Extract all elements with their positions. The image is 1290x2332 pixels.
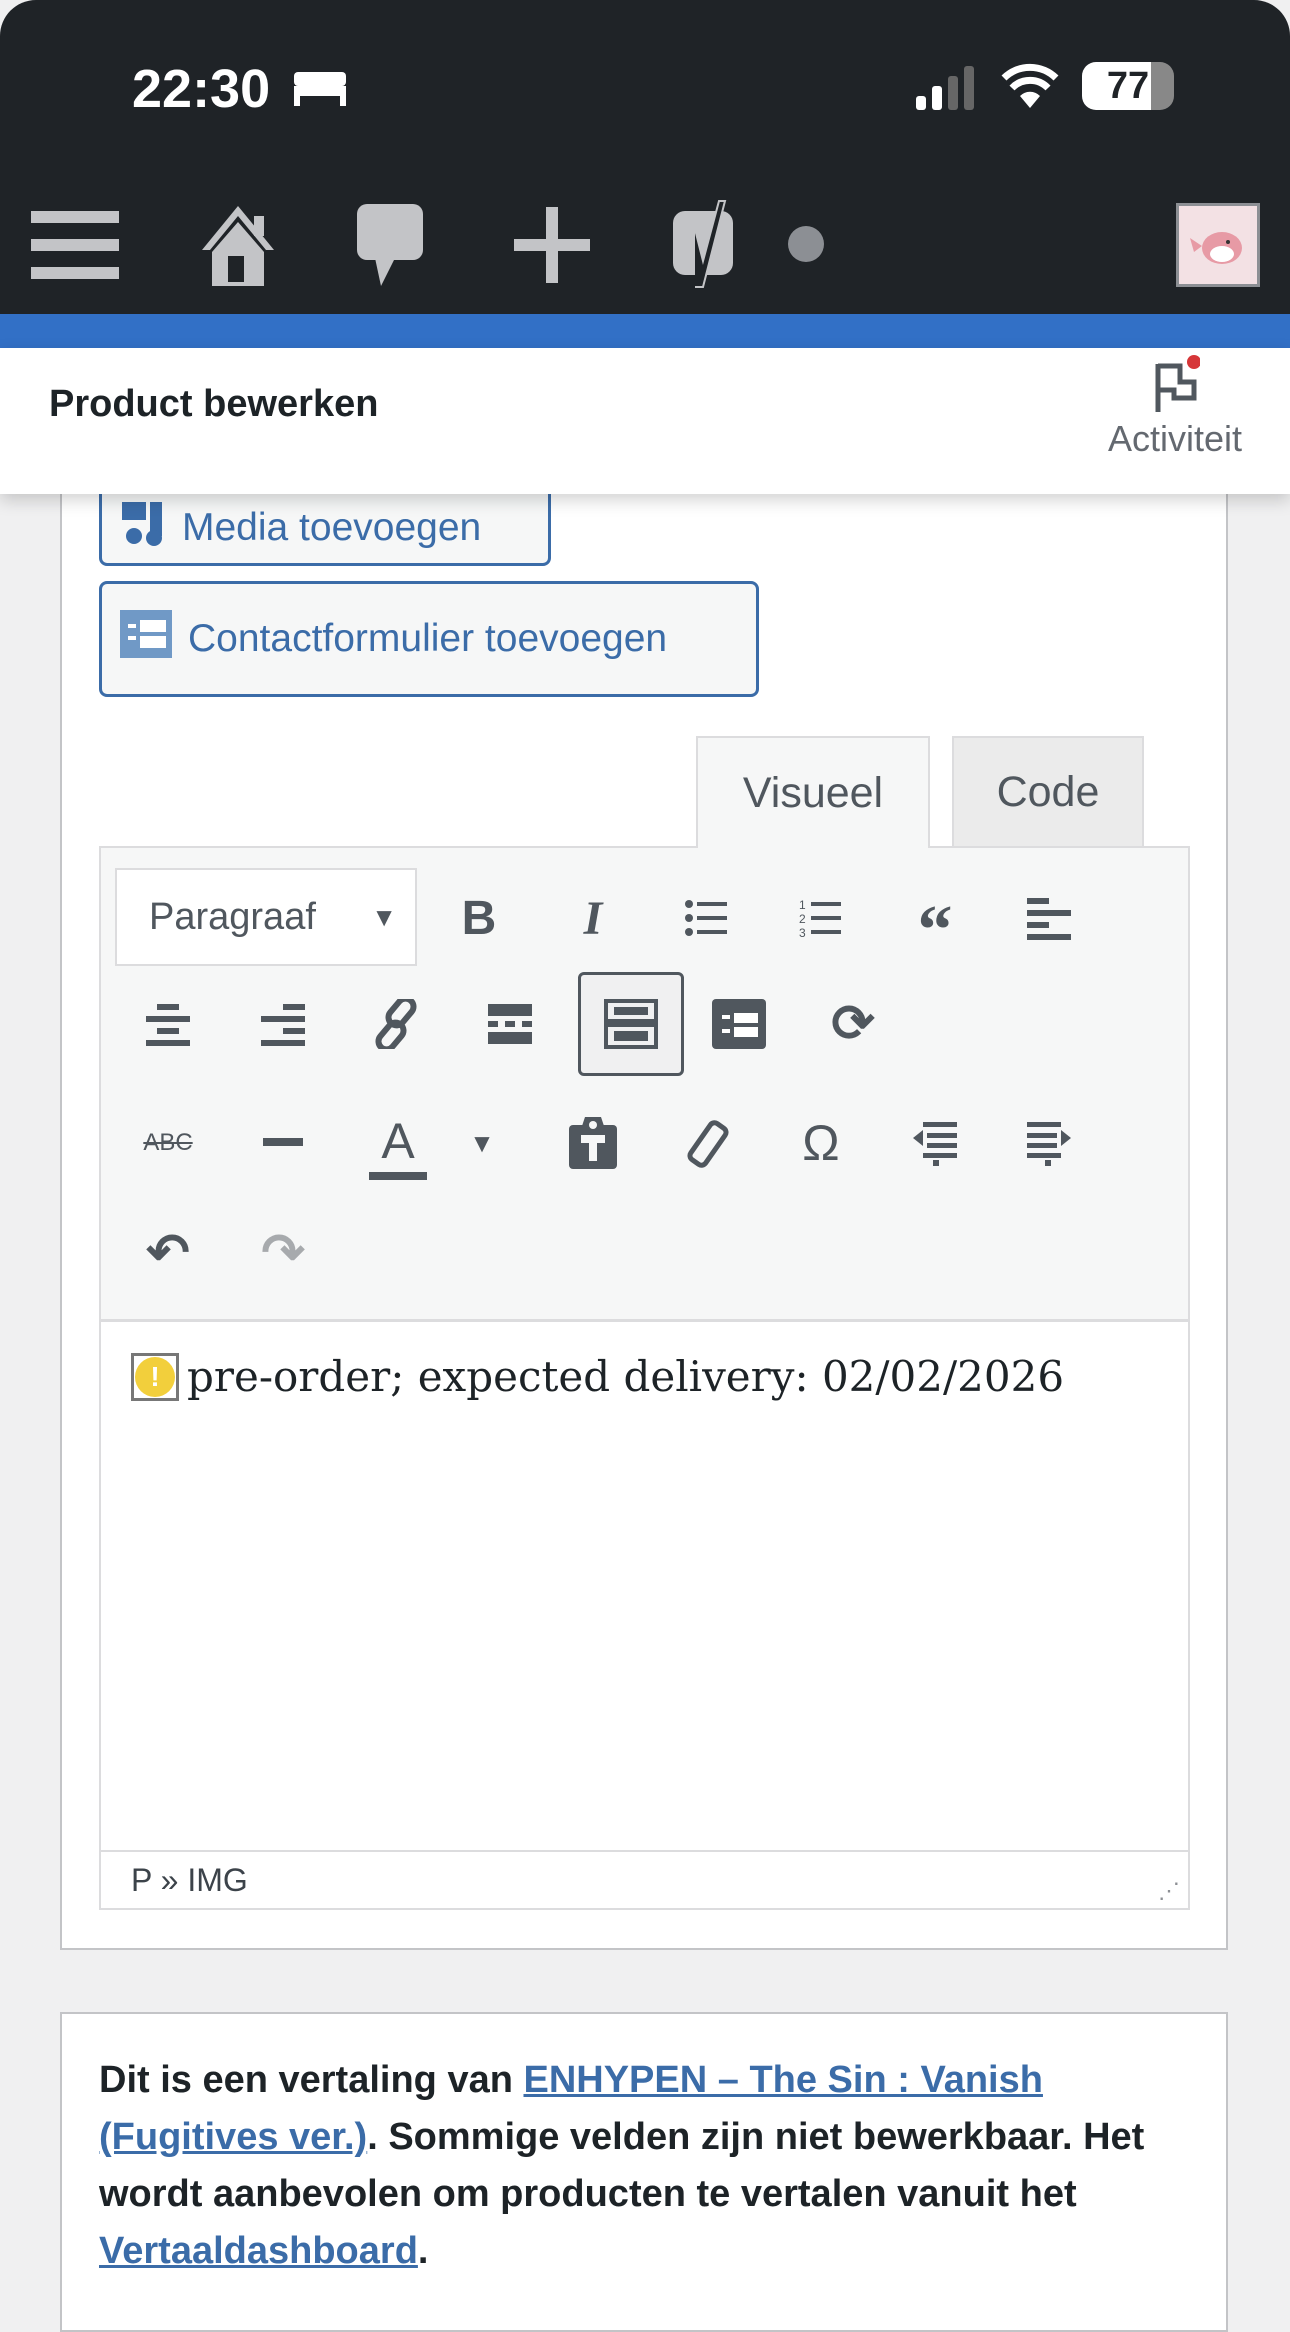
warning-emoji-icon[interactable]: ! bbox=[131, 1352, 179, 1401]
status-time: 22:30 bbox=[132, 59, 271, 119]
resize-handle-icon[interactable]: ⋰ bbox=[1158, 1878, 1180, 1904]
align-left-icon[interactable] bbox=[1016, 885, 1082, 951]
bold-icon[interactable]: B bbox=[446, 885, 512, 951]
add-contact-form-button[interactable]: Contactformulier toevoegen bbox=[99, 581, 759, 697]
bullet-list-icon[interactable] bbox=[674, 885, 740, 951]
horizontal-line-icon[interactable] bbox=[250, 1110, 316, 1176]
flag-icon bbox=[1150, 354, 1201, 419]
text-color-dropdown-icon[interactable]: ▼ bbox=[449, 1110, 515, 1176]
align-center-icon[interactable] bbox=[135, 991, 201, 1057]
format-select[interactable]: Paragraaf ▼ bbox=[115, 868, 417, 966]
signal-icon bbox=[914, 64, 984, 115]
new-content-icon[interactable] bbox=[508, 200, 596, 290]
add-contact-form-label: Contactformulier toevoegen bbox=[188, 617, 668, 660]
refresh-icon[interactable]: ⟳ bbox=[820, 991, 886, 1057]
activity-button[interactable]: Activiteit bbox=[1090, 350, 1260, 470]
outdent-icon[interactable] bbox=[902, 1110, 968, 1176]
editor-toolbar: Paragraaf ▼ B I 123 “ ⟳ ABC A ▼ Ω ↶ ↷ bbox=[99, 846, 1190, 1322]
editor-content[interactable]: ! pre-order; expected delivery: 02/02/20… bbox=[99, 1322, 1190, 1850]
svg-text:2: 2 bbox=[799, 912, 806, 926]
read-more-icon[interactable] bbox=[477, 991, 543, 1057]
blockquote-icon[interactable]: “ bbox=[902, 885, 968, 969]
italic-icon[interactable]: I bbox=[560, 885, 626, 951]
wifi-icon bbox=[1000, 62, 1060, 115]
paste-text-icon[interactable] bbox=[560, 1110, 626, 1176]
indent-icon[interactable] bbox=[1016, 1110, 1082, 1176]
toolbar-toggle-icon[interactable] bbox=[578, 972, 684, 1076]
align-right-icon[interactable] bbox=[250, 991, 316, 1057]
translation-dashboard-link[interactable]: Vertaaldashboard bbox=[99, 2230, 418, 2272]
strikethrough-icon[interactable]: ABC bbox=[135, 1110, 201, 1176]
link-icon[interactable] bbox=[365, 991, 431, 1057]
translation-notice-text: Dit is een vertaling van ENHYPEN – The S… bbox=[99, 2052, 1179, 2280]
tab-code[interactable]: Code bbox=[952, 736, 1144, 846]
element-path: P » IMG ⋰ bbox=[99, 1850, 1190, 1910]
special-character-icon[interactable]: Ω bbox=[788, 1110, 854, 1176]
avatar[interactable] bbox=[1176, 203, 1260, 287]
home-icon[interactable] bbox=[190, 200, 286, 290]
contact-form-icon[interactable] bbox=[706, 991, 772, 1057]
notice-text: . bbox=[417, 2230, 429, 2272]
notice-text: Dit is een vertaling van bbox=[99, 2059, 524, 2101]
menu-icon[interactable] bbox=[30, 200, 120, 290]
tab-visual[interactable]: Visueel bbox=[696, 736, 930, 848]
format-select-value: Paragraaf bbox=[149, 895, 316, 938]
eraser-icon[interactable] bbox=[674, 1110, 740, 1176]
redo-icon[interactable]: ↷ bbox=[250, 1220, 316, 1286]
editor-text: pre-order; expected delivery: 02/02/2026 bbox=[187, 1352, 1065, 1401]
battery-indicator: 77 bbox=[1082, 62, 1174, 110]
text-color-icon[interactable]: A bbox=[369, 1110, 427, 1180]
sleep-bed-icon bbox=[292, 70, 348, 106]
form-icon bbox=[120, 610, 172, 668]
svg-text:1: 1 bbox=[799, 898, 806, 912]
yoast-icon[interactable] bbox=[662, 200, 744, 290]
add-media-label: Media toevoegen bbox=[182, 506, 482, 549]
activity-label: Activiteit bbox=[1107, 418, 1243, 459]
numbered-list-icon[interactable]: 123 bbox=[788, 885, 854, 951]
undo-icon[interactable]: ↶ bbox=[135, 1220, 201, 1286]
media-icon bbox=[120, 500, 166, 556]
accent-bar bbox=[0, 314, 1290, 348]
status-dot-icon bbox=[788, 226, 824, 262]
comments-icon[interactable] bbox=[350, 200, 430, 290]
element-path-text: P » IMG bbox=[131, 1862, 248, 1898]
svg-text:3: 3 bbox=[799, 926, 806, 938]
chevron-down-icon: ▼ bbox=[371, 901, 397, 932]
page-title: Product bewerken bbox=[49, 383, 379, 425]
